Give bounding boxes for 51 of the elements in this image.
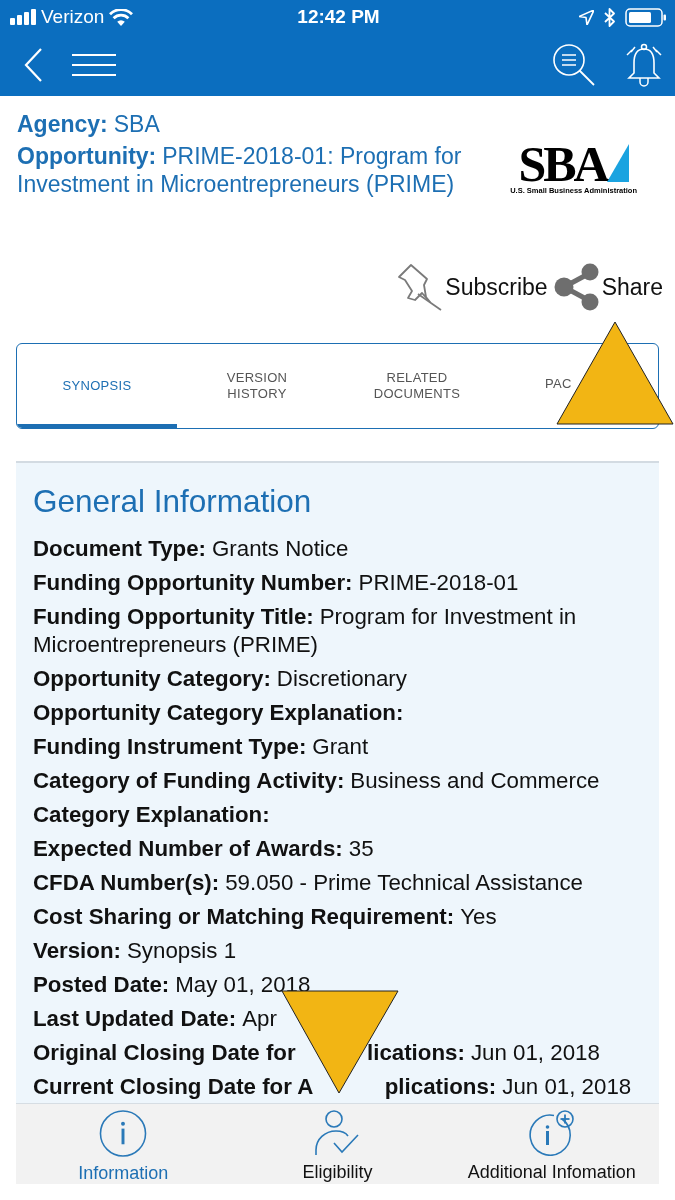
section-title: General Information: [33, 483, 313, 519]
field-text: plications: Jun 01, 2018: [384, 1074, 632, 1099]
field-text: Current Closing Date for A: [33, 1074, 314, 1099]
logo-wordmark: SBA: [518, 143, 607, 185]
opportunity-text: Opportunity: PRIME-2018-01: Program for Investment in Microentrepreneurs (PRIME): [17, 142, 463, 198]
bluetooth-icon: [604, 7, 615, 27]
location-arrow-icon: [579, 9, 594, 25]
menu-icon: [72, 54, 116, 76]
bottom-tab[interactable]: Information: [16, 1104, 231, 1184]
back-button[interactable]: [24, 48, 42, 82]
field-text: lications: Jun 01, 2018: [367, 1040, 600, 1065]
share-button[interactable]: Share: [553, 263, 663, 311]
pushpin-icon: [395, 263, 444, 311]
tab[interactable]: VERSION HISTORY: [177, 344, 337, 428]
tab[interactable]: SYNOPSIS: [17, 344, 177, 428]
status-time: 12:42 PM: [297, 6, 380, 28]
field-text: Funding Instrument Type: Grant: [33, 734, 369, 759]
field-text: Funding Opportunity Number: PRIME-2018-01: [33, 570, 519, 595]
battery-icon: [625, 7, 667, 27]
bottom-tab[interactable]: Additional Infomation: [444, 1104, 659, 1184]
bell-icon: [625, 43, 663, 87]
search-button[interactable]: [553, 44, 595, 86]
field-text: Document Type: Grants Notice: [33, 536, 349, 561]
field-text: Category Explanation:: [33, 802, 270, 827]
person-check-icon: [314, 1110, 361, 1156]
share-icon: [553, 263, 600, 311]
field-text: Category of Funding Activity: Business and Commerce: [33, 768, 600, 793]
field-text: Original Closing Date for: [33, 1040, 296, 1065]
subscribe-button[interactable]: Subscribe: [395, 263, 548, 311]
field-text: Cost Sharing or Matching Requirement: Yes: [33, 904, 497, 929]
tab[interactable]: RELATED DOCUMENTS: [337, 344, 497, 428]
wifi-icon: [109, 8, 134, 26]
agency-text: Agency: SBA: [17, 110, 161, 138]
search-icon: [553, 44, 595, 86]
signal-icon: [10, 9, 36, 25]
info-icon: [99, 1110, 148, 1157]
field-text: CFDA Number(s): 59.050 - Prime Technical Assistance: [33, 870, 583, 895]
field-text: Last Updated Date: Apr: [33, 1006, 277, 1031]
notifications-button[interactable]: [625, 43, 663, 87]
field-text: Opportunity Category: Discretionary: [33, 666, 407, 691]
tab[interactable]: PAC: [497, 376, 572, 396]
field-text: Funding Opportunity Title: Program for Investment in Microentrepreneurs (PRIME): [33, 604, 577, 657]
carrier-name: Verizon: [41, 6, 105, 28]
info-plus-icon: [527, 1110, 576, 1156]
back-chevron-icon: [24, 48, 42, 82]
field-text: Expected Number of Awards: 35: [33, 836, 374, 861]
bottom-tab[interactable]: Eligibility: [230, 1104, 445, 1184]
menu-button[interactable]: [72, 54, 116, 76]
field-text: Opportunity Category Explanation:: [33, 700, 404, 725]
field-text: Version: Synopsis 1: [33, 938, 237, 963]
logo-wedge-icon: [606, 144, 629, 182]
